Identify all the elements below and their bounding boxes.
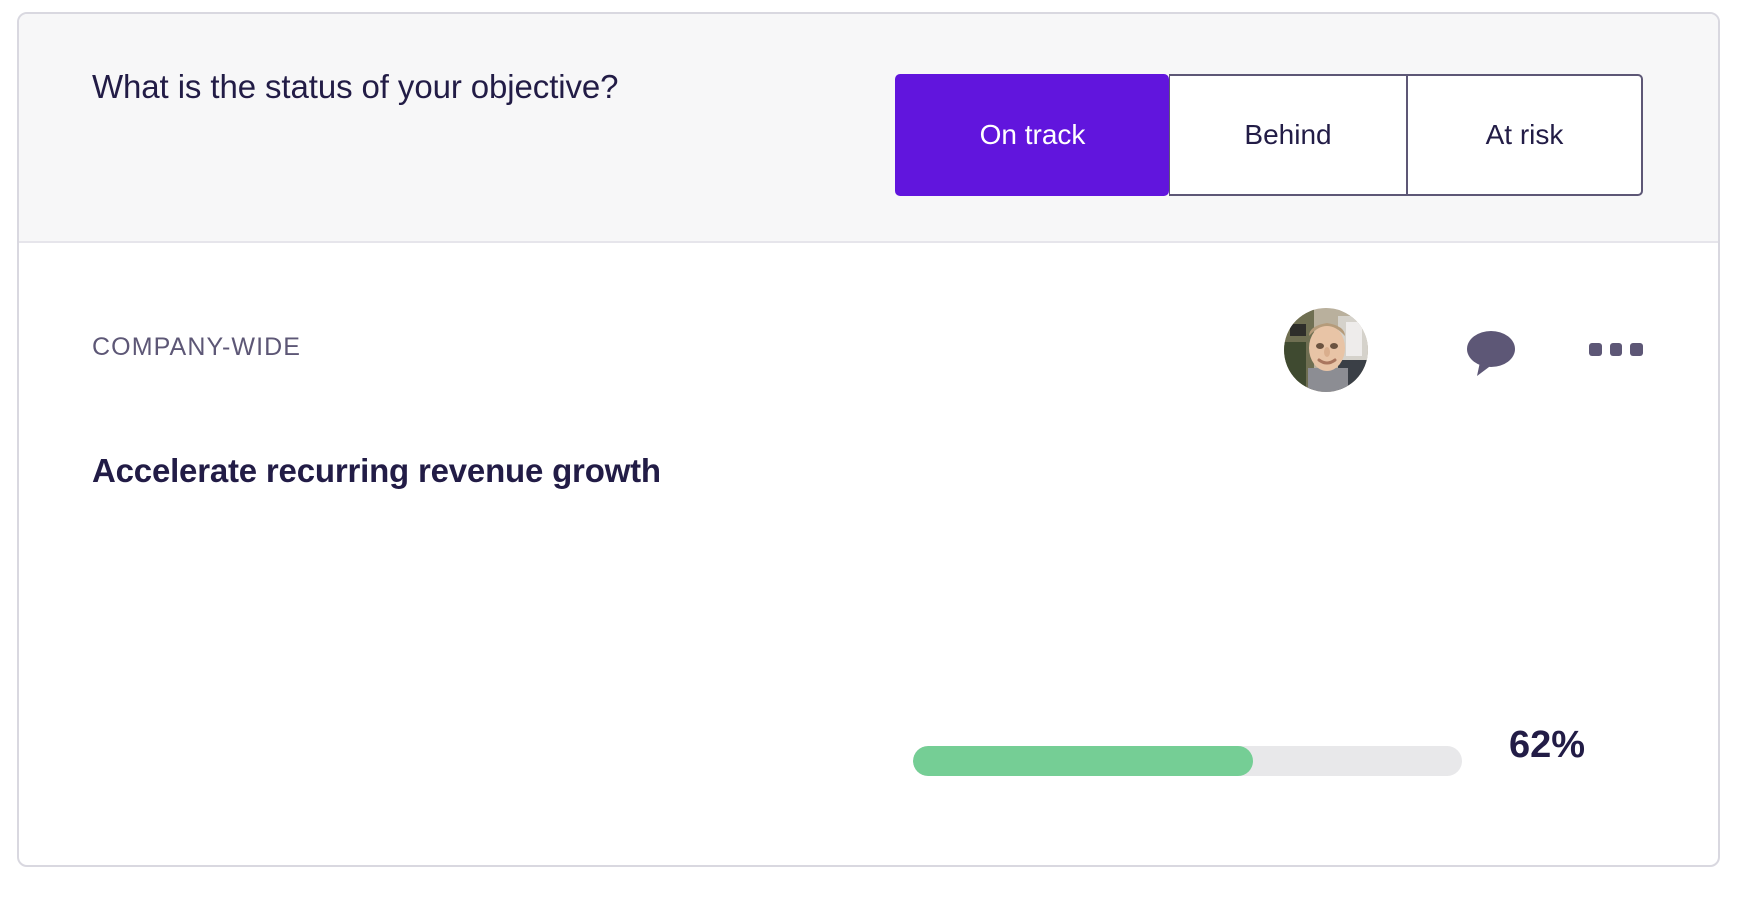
card-header: What is the status of your objective? On…: [19, 14, 1718, 243]
progress-percent-label: 62%: [1509, 724, 1586, 766]
status-option-at-risk[interactable]: At risk: [1407, 74, 1643, 196]
progress-fill: [913, 746, 1254, 776]
objective-scope-tag: COMPANY-WIDE: [92, 333, 302, 361]
status-question: What is the status of your objective?: [92, 68, 619, 105]
comment-bubble-icon[interactable]: [1465, 328, 1517, 378]
status-option-behind[interactable]: Behind: [1169, 74, 1407, 196]
objective-meta-row: COMPANY-WIDE: [19, 243, 1718, 392]
progress-track: [913, 746, 1462, 776]
card-body: COMPANY-WIDE Accelerate recurring revenu…: [19, 243, 1718, 865]
more-dot: [1609, 342, 1623, 356]
more-dot: [1589, 342, 1602, 356]
objective-title[interactable]: Accelerate recurring revenue growth: [92, 448, 732, 495]
objective-card: What is the status of your objective? On…: [17, 12, 1720, 867]
status-option-on-track[interactable]: On track: [895, 74, 1169, 196]
more-options-icon[interactable]: [1589, 340, 1644, 358]
status-segmented-control: On track Behind At risk: [895, 74, 1643, 196]
user-avatar[interactable]: [1284, 308, 1368, 392]
more-dot: [1630, 342, 1644, 356]
